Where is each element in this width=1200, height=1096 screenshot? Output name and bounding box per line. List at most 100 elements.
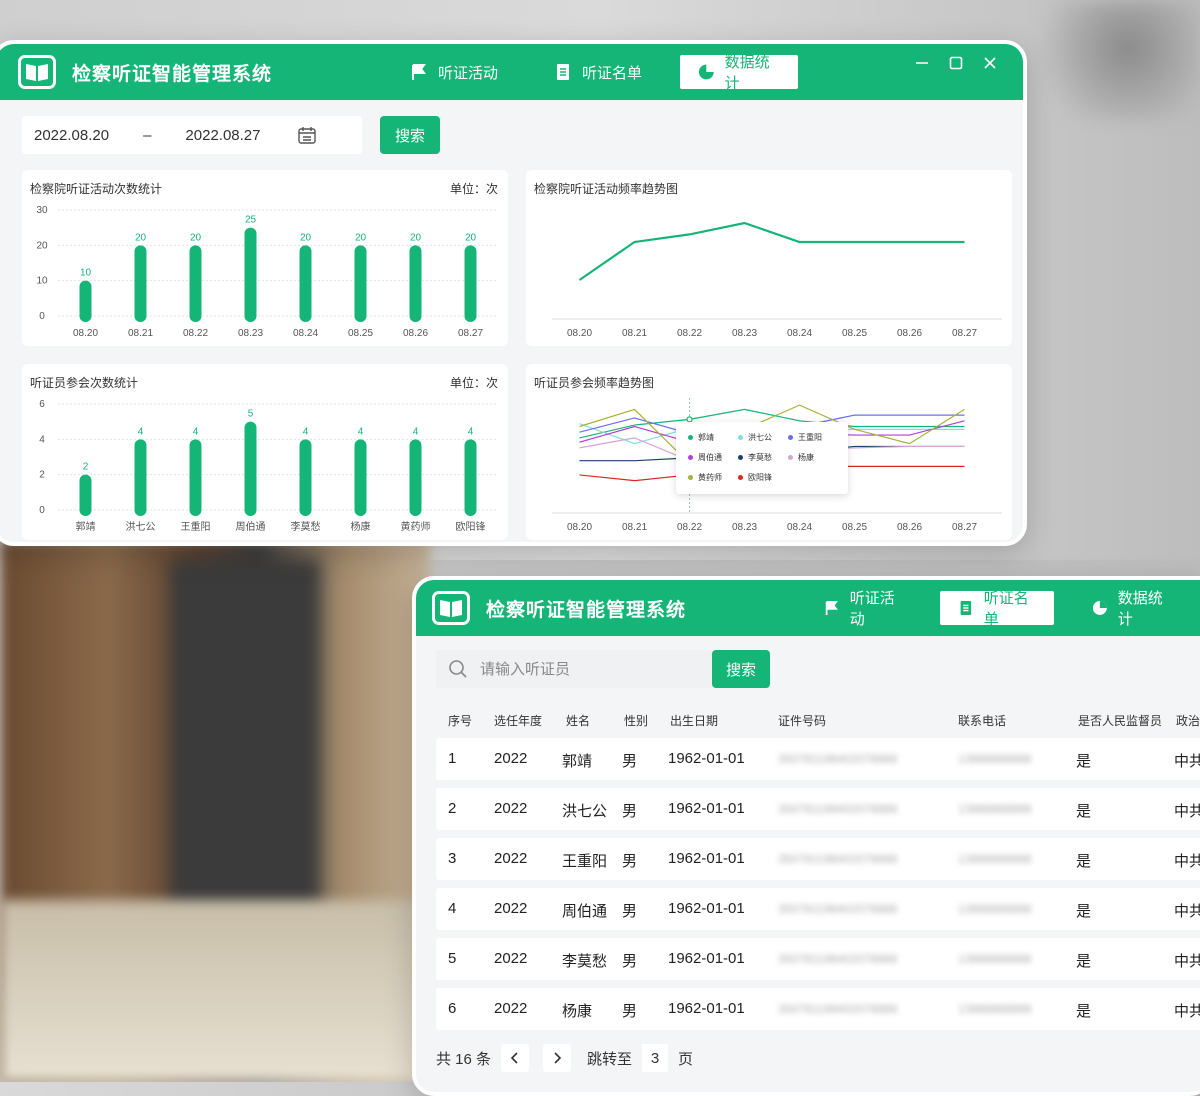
legend-item: 李莫愁	[738, 452, 772, 463]
y-tick-label: 0	[39, 505, 45, 516]
table-row[interactable]: 2 2022 洪七公男 1962-01-01 350781198402078888 138…	[436, 788, 1200, 830]
tab-hearing-roster[interactable]: 听证名单	[536, 55, 660, 89]
data-label: 20	[135, 232, 147, 243]
x-tick-label: 08.22	[183, 328, 208, 339]
cell-birth: 1962-01-01	[668, 900, 745, 917]
x-tick-label: 黄药师	[401, 520, 431, 533]
table-row[interactable]: 5 2022 李莫愁男 1962-01-01 350781198402078888 138…	[436, 938, 1200, 980]
cell-political: 中共	[1174, 803, 1200, 820]
cell-political: 中共	[1174, 853, 1200, 870]
cell-index: 6	[448, 1000, 457, 1017]
search-button[interactable]: 搜索	[712, 650, 770, 688]
cell-id-number: 350781198402078888	[778, 852, 898, 866]
bar	[79, 474, 92, 516]
x-tick-label: 08.20	[567, 328, 592, 339]
legend-dot	[738, 475, 743, 480]
next-page-button[interactable]	[543, 1044, 572, 1072]
x-tick-label: 08.24	[787, 522, 812, 533]
minimize-icon[interactable]	[913, 54, 931, 72]
search-button[interactable]: 搜索	[380, 116, 440, 154]
x-tick-label: 王重阳	[181, 520, 211, 533]
total-count: 共 16 条	[436, 1050, 492, 1068]
x-tick-label: 08.21	[622, 522, 647, 533]
legend-label: 洪七公	[748, 433, 772, 442]
bar	[189, 439, 202, 516]
x-tick-label: 杨康	[351, 520, 371, 533]
data-label: 4	[468, 426, 474, 437]
col-year: 选任年度	[494, 714, 543, 728]
cell-gender: 男	[622, 903, 638, 920]
cell-gender: 男	[622, 753, 638, 770]
tab-data-stats[interactable]: 数据统计	[1074, 590, 1188, 628]
x-tick-label: 08.22	[677, 522, 702, 533]
bar	[244, 421, 257, 516]
cell-gender: 男	[622, 953, 638, 970]
x-tick-label: 08.21	[622, 328, 647, 339]
bar	[409, 245, 422, 322]
cell-birth: 1962-01-01	[668, 800, 745, 817]
data-label: 4	[138, 426, 144, 437]
table-row[interactable]: 1 2022 郭靖 男 1962-01-01 350781198402078888 1388…	[436, 738, 1200, 780]
search-input[interactable]	[480, 660, 700, 678]
cell-birth: 1962-01-01	[668, 850, 745, 867]
page-suffix: 页	[678, 1050, 694, 1068]
table-row[interactable]: 6 2022 杨康 男 1962-01-01 350781198402078888 1388…	[436, 988, 1200, 1030]
bar	[244, 227, 257, 322]
x-tick-label: 欧阳锋	[456, 520, 486, 533]
legend-item: 洪七公	[738, 432, 772, 443]
chart-tooltip-legend: 郭靖 洪七公 王重阳 周伯通 李莫愁 杨康 黄药师 欧阳锋	[676, 422, 848, 494]
cell-birth: 1962-01-01	[668, 950, 745, 967]
col-index: 序号	[448, 714, 473, 728]
close-icon[interactable]	[981, 54, 999, 72]
tab-hearing-activities[interactable]: 听证活动	[392, 55, 516, 89]
legend-item: 郭靖	[688, 432, 714, 443]
bar	[464, 245, 477, 322]
legend-item: 杨康	[788, 452, 814, 463]
cell-id-number: 350781198402078888	[778, 752, 898, 766]
cell-phone: 13888888888	[958, 752, 1032, 766]
activity-count-card: 检察院听证活动次数统计 单位：次 0 10 20 30 10 08.20 20 08.21 20…	[22, 170, 508, 346]
tab-data-stats[interactable]: 数据统计	[680, 54, 799, 92]
tab-hearing-activities[interactable]: 听证活动	[806, 590, 920, 628]
tab-hearing-roster[interactable]: 听证名单	[940, 590, 1054, 628]
cell-supervisor: 是	[1076, 803, 1092, 820]
maximize-icon[interactable]	[947, 54, 965, 72]
tab-label: 听证名单	[582, 64, 643, 82]
x-tick-label: 08.22	[677, 328, 702, 339]
activity-freq-chart: 08.20 08.21 08.22 08.23 08.24 08.25 08.26 08.27	[552, 221, 1002, 339]
activity-count-chart: 0 10 20 30 10 08.20 20 08.21 20 08.22 25 08.23 20 08.…	[36, 205, 498, 339]
window-controls	[913, 54, 999, 72]
table-row[interactable]: 3 2022 王重阳男 1962-01-01 350781198402078888 138…	[436, 838, 1200, 880]
x-tick-label: 08.23	[238, 328, 263, 339]
calendar-icon[interactable]	[297, 125, 317, 145]
legend-label: 黄药师	[698, 473, 722, 482]
cell-name: 杨康	[562, 1003, 593, 1020]
tab-label: 听证名单	[983, 590, 1029, 628]
legend-dot	[688, 435, 693, 440]
list-doc-icon	[557, 64, 570, 80]
x-tick-label: 08.26	[897, 522, 922, 533]
list-doc-icon	[960, 601, 972, 615]
start-date[interactable]: 2022.08.20	[34, 127, 109, 144]
page-jump-input[interactable]: 3	[642, 1044, 669, 1072]
end-date[interactable]: 2022.08.27	[185, 127, 260, 144]
date-separator: –	[143, 126, 152, 144]
x-tick-label: 08.24	[787, 328, 812, 339]
x-tick-label: 08.25	[842, 328, 867, 339]
x-tick-label: 08.25	[348, 328, 373, 339]
legend-item: 周伯通	[688, 452, 722, 463]
cell-id-number: 350781198402078888	[778, 952, 898, 966]
prev-page-button[interactable]	[501, 1044, 530, 1072]
x-tick-label: 08.24	[293, 328, 318, 339]
date-range-picker[interactable]: 2022.08.20 – 2022.08.27	[22, 116, 362, 154]
cell-supervisor: 是	[1076, 853, 1092, 870]
bar	[464, 439, 477, 516]
cell-supervisor: 是	[1076, 753, 1092, 770]
data-label: 20	[355, 232, 367, 243]
data-label: 4	[358, 426, 364, 437]
data-label: 4	[193, 426, 199, 437]
cell-year: 2022	[494, 950, 528, 967]
col-phone: 联系电话	[958, 714, 1007, 728]
table-row[interactable]: 4 2022 周伯通男 1962-01-01 350781198402078888 138…	[436, 888, 1200, 930]
col-supervisor: 是否人民监督员	[1078, 714, 1163, 728]
